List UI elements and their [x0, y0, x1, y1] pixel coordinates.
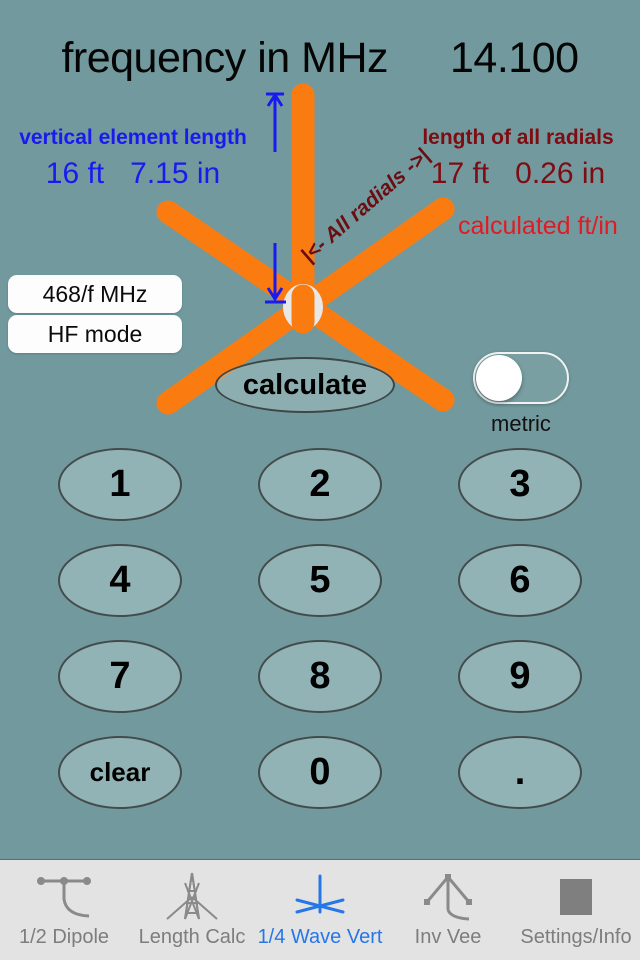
vertical-element-inches: 7.15 in — [130, 157, 221, 190]
metric-toggle-label: metric — [491, 411, 551, 436]
quarter-wave-icon — [289, 870, 351, 924]
frequency-header: frequency in MHz 14.100 — [0, 28, 640, 88]
metric-toggle[interactable] — [473, 352, 569, 404]
tab-label-half-dipole: 1/2 Dipole — [18, 926, 110, 948]
vertical-element-feet: 16 ft — [45, 157, 105, 190]
metric-toggle-knob[interactable] — [476, 355, 522, 401]
inverted-vee-icon — [417, 870, 479, 924]
all-radials-span-note: |<- All radials ->| — [297, 143, 435, 268]
numeric-keypad: 1 2 3 4 5 6 7 8 9 clear 0 . — [0, 448, 640, 832]
formula-mode-button[interactable]: 468/f MHz — [8, 275, 182, 313]
key-1[interactable]: 1 — [58, 448, 182, 521]
frequency-value: 14.100 — [450, 33, 579, 82]
tab-label-length-calc: Length Calc — [138, 926, 246, 948]
key-4[interactable]: 4 — [58, 544, 182, 617]
band-mode-button[interactable]: HF mode — [8, 315, 182, 353]
tab-half-dipole[interactable]: 1/2 Dipole — [0, 860, 128, 960]
tab-bar: 1/2 Dipole Length Calc 1/4 Wave Vert Inv… — [0, 859, 640, 960]
app-root: frequency in MHz 14.100 vertical element… — [0, 0, 640, 960]
key-7[interactable]: 7 — [58, 640, 182, 713]
tab-label-quarter-wave-vert: 1/4 Wave Vert — [257, 926, 383, 948]
dipole-icon — [33, 870, 95, 924]
keypad-row: clear 0 . — [0, 736, 640, 809]
frequency-label: frequency in MHz — [61, 33, 389, 82]
radials-inches: 0.26 in — [515, 157, 606, 190]
key-5[interactable]: 5 — [258, 544, 382, 617]
tab-length-calc[interactable]: Length Calc — [128, 860, 256, 960]
key-3[interactable]: 3 — [458, 448, 582, 521]
key-9[interactable]: 9 — [458, 640, 582, 713]
tab-label-settings-info: Settings/Info — [520, 926, 632, 948]
calculate-button[interactable]: calculate — [215, 357, 395, 413]
tab-label-inv-vee: Inv Vee — [414, 926, 482, 948]
tab-settings-info[interactable]: Settings/Info — [512, 860, 640, 960]
keypad-row: 7 8 9 — [0, 640, 640, 713]
keypad-row: 4 5 6 — [0, 544, 640, 617]
key-0[interactable]: 0 — [258, 736, 382, 809]
keypad-row: 1 2 3 — [0, 448, 640, 521]
vertical-element-title: vertical element length — [19, 126, 247, 149]
settings-square-icon — [553, 870, 599, 924]
radials-feet: 17 ft — [430, 157, 490, 190]
key-8[interactable]: 8 — [258, 640, 382, 713]
tab-quarter-wave-vert[interactable]: 1/4 Wave Vert — [256, 860, 384, 960]
calculated-units-note: calculated ft/in — [458, 212, 618, 240]
key-decimal[interactable]: . — [458, 736, 582, 809]
tab-inv-vee[interactable]: Inv Vee — [384, 860, 512, 960]
radials-measurement: length of all radials 17 ft 0.26 in — [396, 126, 640, 191]
vertical-element-values: 16 ft 7.15 in — [8, 157, 258, 191]
key-clear[interactable]: clear — [58, 736, 182, 809]
radials-title: length of all radials — [422, 126, 614, 149]
tower-icon — [161, 870, 223, 924]
metric-toggle-group: metric — [473, 352, 573, 437]
key-6[interactable]: 6 — [458, 544, 582, 617]
key-2[interactable]: 2 — [258, 448, 382, 521]
vertical-element-measurement: vertical element length 16 ft 7.15 in — [8, 126, 258, 191]
